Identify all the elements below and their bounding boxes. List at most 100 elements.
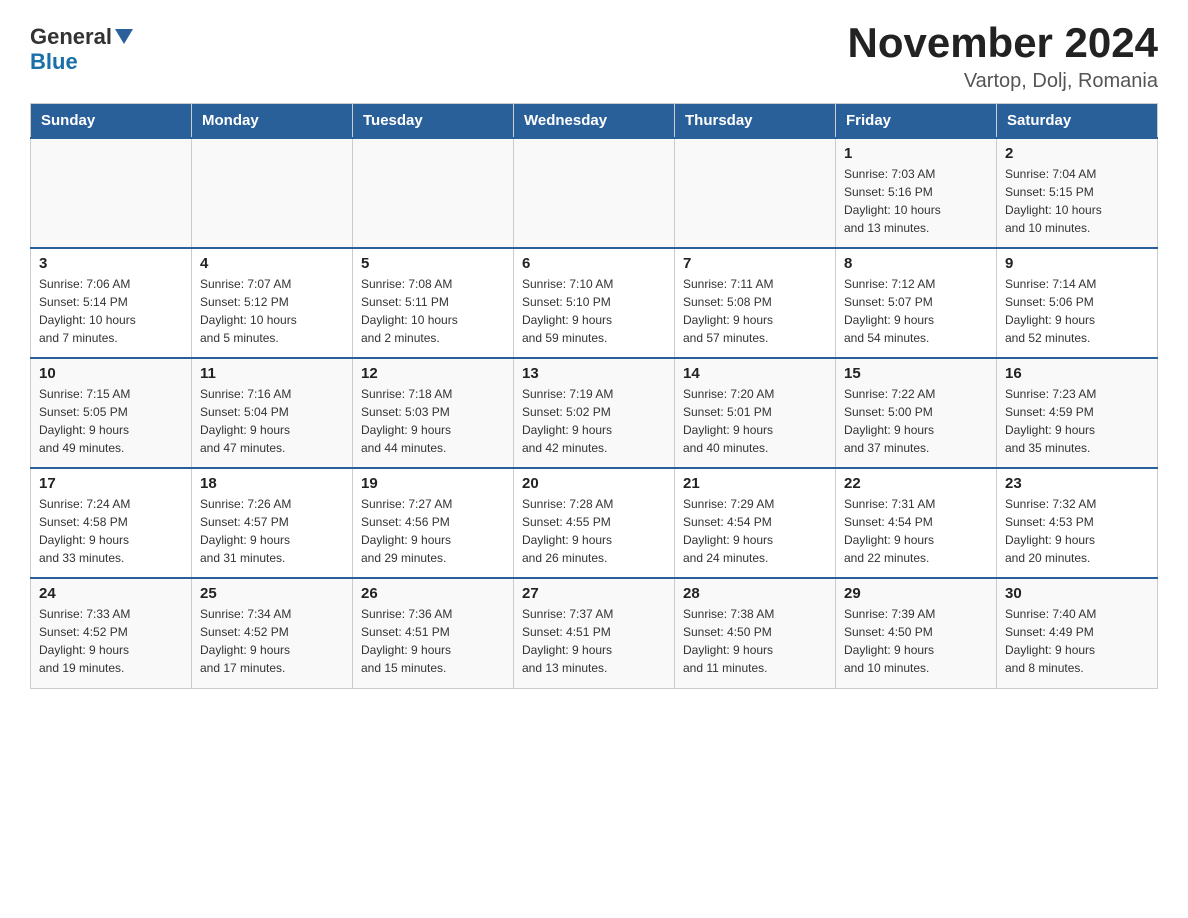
day-info: Sunrise: 7:34 AMSunset: 4:52 PMDaylight:… [200, 605, 344, 677]
calendar-cell: 2 Sunrise: 7:04 AMSunset: 5:15 PMDaylight… [997, 138, 1158, 248]
day-number: 16 [1005, 365, 1149, 382]
calendar-cell [353, 138, 514, 248]
calendar-cell: 27 Sunrise: 7:37 AMSunset: 4:51 PMDayligh… [514, 578, 675, 688]
calendar-cell [31, 138, 192, 248]
day-number: 18 [200, 475, 344, 492]
day-number: 27 [522, 585, 666, 602]
week-row-1: 1Sunrise: 7:03 AMSunset: 5:16 PMDaylight… [31, 138, 1158, 248]
calendar-cell: 19 Sunrise: 7:27 AMSunset: 4:56 PMDayligh… [353, 468, 514, 578]
calendar-cell [514, 138, 675, 248]
day-info: Sunrise: 7:32 AMSunset: 4:53 PMDaylight:… [1005, 495, 1149, 567]
calendar-cell: 8Sunrise: 7:12 AMSunset: 5:07 PMDaylight… [836, 248, 997, 358]
calendar-cell: 1Sunrise: 7:03 AMSunset: 5:16 PMDaylight… [836, 138, 997, 248]
day-info: Sunrise: 7:29 AMSunset: 4:54 PMDaylight:… [683, 495, 827, 567]
logo-blue-text: Blue [30, 49, 78, 75]
day-number: 2 [1005, 145, 1149, 162]
day-number: 3 [39, 255, 183, 272]
day-number: 7 [683, 255, 827, 272]
day-number: 19 [361, 475, 505, 492]
day-info: Sunrise: 7:33 AMSunset: 4:52 PMDaylight:… [39, 605, 183, 677]
day-info: Sunrise: 7:28 AMSunset: 4:55 PMDaylight:… [522, 495, 666, 567]
week-row-5: 24 Sunrise: 7:33 AMSunset: 4:52 PMDayligh… [31, 578, 1158, 688]
weekday-header-tuesday: Tuesday [353, 104, 514, 139]
title-block: November 2024 Vartop, Dolj, Romania [847, 20, 1158, 93]
day-info: Sunrise: 7:38 AMSunset: 4:50 PMDaylight:… [683, 605, 827, 677]
day-number: 24 [39, 585, 183, 602]
logo-general-text: General [30, 25, 133, 49]
day-info: Sunrise: 7:36 AMSunset: 4:51 PMDaylight:… [361, 605, 505, 677]
day-number: 14 [683, 365, 827, 382]
calendar-cell: 24 Sunrise: 7:33 AMSunset: 4:52 PMDayligh… [31, 578, 192, 688]
day-number: 5 [361, 255, 505, 272]
day-number: 21 [683, 475, 827, 492]
weekday-header-sunday: Sunday [31, 104, 192, 139]
day-info: Sunrise: 7:14 AMSunset: 5:06 PMDaylight:… [1005, 275, 1149, 347]
location: Vartop, Dolj, Romania [847, 70, 1158, 93]
calendar-cell: 25Sunrise: 7:34 AMSunset: 4:52 PMDayligh… [192, 578, 353, 688]
day-number: 12 [361, 365, 505, 382]
calendar-cell: 3 Sunrise: 7:06 AMSunset: 5:14 PMDaylight… [31, 248, 192, 358]
calendar-cell: 5 Sunrise: 7:08 AMSunset: 5:11 PMDaylight… [353, 248, 514, 358]
day-info: Sunrise: 7:27 AMSunset: 4:56 PMDaylight:… [361, 495, 505, 567]
day-info: Sunrise: 7:16 AMSunset: 5:04 PMDaylight:… [200, 385, 344, 457]
day-info: Sunrise: 7:18 AMSunset: 5:03 PMDaylight:… [361, 385, 505, 457]
day-number: 28 [683, 585, 827, 602]
calendar-cell: 9 Sunrise: 7:14 AMSunset: 5:06 PMDaylight… [997, 248, 1158, 358]
day-info: Sunrise: 7:37 AMSunset: 4:51 PMDaylight:… [522, 605, 666, 677]
weekday-header-monday: Monday [192, 104, 353, 139]
calendar-cell: 14 Sunrise: 7:20 AMSunset: 5:01 PMDayligh… [675, 358, 836, 468]
day-info: Sunrise: 7:39 AMSunset: 4:50 PMDaylight:… [844, 605, 988, 677]
calendar-cell: 16Sunrise: 7:23 AMSunset: 4:59 PMDayligh… [997, 358, 1158, 468]
day-number: 29 [844, 585, 988, 602]
day-info: Sunrise: 7:11 AMSunset: 5:08 PMDaylight:… [683, 275, 827, 347]
day-number: 23 [1005, 475, 1149, 492]
day-info: Sunrise: 7:31 AMSunset: 4:54 PMDaylight:… [844, 495, 988, 567]
day-number: 6 [522, 255, 666, 272]
calendar-header: SundayMondayTuesdayWednesdayThursdayFrid… [31, 104, 1158, 139]
week-row-3: 10 Sunrise: 7:15 AMSunset: 5:05 PMDayligh… [31, 358, 1158, 468]
weekday-row: SundayMondayTuesdayWednesdayThursdayFrid… [31, 104, 1158, 139]
day-info: Sunrise: 7:07 AMSunset: 5:12 PMDaylight:… [200, 275, 344, 347]
calendar-cell: 28 Sunrise: 7:38 AMSunset: 4:50 PMDayligh… [675, 578, 836, 688]
calendar-cell: 26 Sunrise: 7:36 AMSunset: 4:51 PMDayligh… [353, 578, 514, 688]
day-info: Sunrise: 7:15 AMSunset: 5:05 PMDaylight:… [39, 385, 183, 457]
calendar-cell: 30Sunrise: 7:40 AMSunset: 4:49 PMDayligh… [997, 578, 1158, 688]
day-info: Sunrise: 7:26 AMSunset: 4:57 PMDaylight:… [200, 495, 344, 567]
day-info: Sunrise: 7:19 AMSunset: 5:02 PMDaylight:… [522, 385, 666, 457]
calendar-cell: 11Sunrise: 7:16 AMSunset: 5:04 PMDayligh… [192, 358, 353, 468]
calendar-cell: 7 Sunrise: 7:11 AMSunset: 5:08 PMDaylight… [675, 248, 836, 358]
day-info: Sunrise: 7:03 AMSunset: 5:16 PMDaylight:… [844, 165, 988, 237]
calendar-cell: 6 Sunrise: 7:10 AMSunset: 5:10 PMDaylight… [514, 248, 675, 358]
day-number: 22 [844, 475, 988, 492]
weekday-header-saturday: Saturday [997, 104, 1158, 139]
day-number: 17 [39, 475, 183, 492]
day-number: 10 [39, 365, 183, 382]
calendar-cell: 20Sunrise: 7:28 AMSunset: 4:55 PMDayligh… [514, 468, 675, 578]
logo: General Blue [30, 25, 133, 75]
day-number: 26 [361, 585, 505, 602]
calendar-cell: 10 Sunrise: 7:15 AMSunset: 5:05 PMDayligh… [31, 358, 192, 468]
week-row-2: 3 Sunrise: 7:06 AMSunset: 5:14 PMDaylight… [31, 248, 1158, 358]
day-number: 8 [844, 255, 988, 272]
calendar-cell [675, 138, 836, 248]
day-info: Sunrise: 7:06 AMSunset: 5:14 PMDaylight:… [39, 275, 183, 347]
calendar-cell: 21 Sunrise: 7:29 AMSunset: 4:54 PMDayligh… [675, 468, 836, 578]
calendar-cell: 4 Sunrise: 7:07 AMSunset: 5:12 PMDaylight… [192, 248, 353, 358]
day-info: Sunrise: 7:10 AMSunset: 5:10 PMDaylight:… [522, 275, 666, 347]
day-number: 13 [522, 365, 666, 382]
weekday-header-friday: Friday [836, 104, 997, 139]
day-info: Sunrise: 7:20 AMSunset: 5:01 PMDaylight:… [683, 385, 827, 457]
day-info: Sunrise: 7:40 AMSunset: 4:49 PMDaylight:… [1005, 605, 1149, 677]
day-info: Sunrise: 7:04 AMSunset: 5:15 PMDaylight:… [1005, 165, 1149, 237]
day-number: 4 [200, 255, 344, 272]
calendar-cell: 12 Sunrise: 7:18 AMSunset: 5:03 PMDayligh… [353, 358, 514, 468]
day-info: Sunrise: 7:08 AMSunset: 5:11 PMDaylight:… [361, 275, 505, 347]
calendar-cell [192, 138, 353, 248]
month-title: November 2024 [847, 20, 1158, 66]
week-row-4: 17Sunrise: 7:24 AMSunset: 4:58 PMDayligh… [31, 468, 1158, 578]
calendar-body: 1Sunrise: 7:03 AMSunset: 5:16 PMDaylight… [31, 138, 1158, 688]
weekday-header-thursday: Thursday [675, 104, 836, 139]
calendar-cell: 17Sunrise: 7:24 AMSunset: 4:58 PMDayligh… [31, 468, 192, 578]
day-number: 9 [1005, 255, 1149, 272]
calendar-table: SundayMondayTuesdayWednesdayThursdayFrid… [30, 103, 1158, 689]
